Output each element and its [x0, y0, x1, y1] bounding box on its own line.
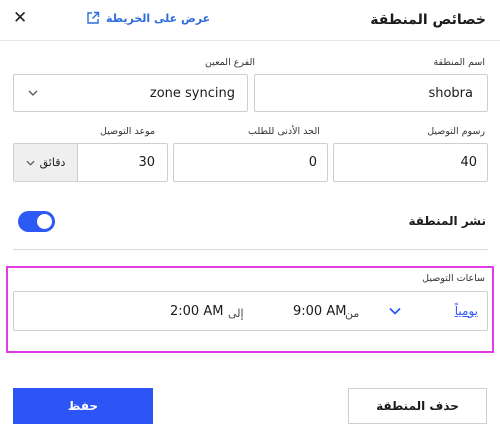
branch-value: zone syncing [149, 85, 235, 101]
branch-select[interactable]: zone syncing [13, 74, 248, 112]
from-time-input[interactable]: 9:00 AM [293, 304, 346, 319]
save-button[interactable]: حفظ [13, 388, 153, 424]
chevron-down-icon [28, 90, 38, 96]
delivery-hours-row [13, 291, 488, 331]
min-order-value: 0 [308, 155, 317, 170]
delivery-fee-input[interactable]: 40 [333, 143, 488, 182]
delivery-time-unit: دقائق [39, 156, 66, 169]
chevron-down-icon [26, 160, 35, 166]
header-divider [0, 40, 500, 41]
to-label: إلى [228, 307, 244, 320]
delivery-time-value: 30 [138, 155, 155, 170]
page-title: خصائص المنطقة [370, 12, 486, 28]
delivery-fee-label: رسوم التوصيل [427, 126, 485, 137]
frequency-select[interactable]: يومياً [455, 304, 478, 318]
toggle-knob [37, 214, 52, 229]
from-label: من [345, 307, 360, 320]
delivery-time-unit-select[interactable]: دقائق [14, 144, 78, 181]
view-on-map-label: عرض على الخريطة [106, 11, 211, 25]
delivery-hours-label: ساعات التوصيل [422, 273, 485, 284]
delivery-time-label: موعد التوصيل [100, 126, 156, 137]
delete-zone-button[interactable]: حذف المنطقة [348, 388, 487, 424]
section-divider [13, 249, 488, 250]
publish-zone-label: نشر المنطقة [408, 214, 486, 228]
to-time-input[interactable]: 2:00 AM [170, 304, 223, 319]
min-order-label: الحد الأدنى للطلب [248, 126, 320, 137]
delivery-time-input[interactable]: دقائق 30 [13, 143, 168, 182]
delivery-fee-value: 40 [460, 155, 477, 170]
zone-name-value: shobra [428, 85, 473, 101]
close-icon[interactable]: ✕ [13, 10, 27, 27]
zone-name-label: اسم المنطقة [433, 57, 485, 68]
chevron-down-icon[interactable] [389, 307, 401, 315]
min-order-input[interactable]: 0 [173, 143, 328, 182]
branch-label: الفرع المعين [205, 57, 255, 68]
zone-name-input[interactable]: shobra [254, 74, 488, 112]
publish-zone-toggle[interactable] [18, 211, 55, 232]
view-on-map-link[interactable]: عرض على الخريطة [86, 11, 210, 25]
external-link-icon [87, 11, 100, 24]
